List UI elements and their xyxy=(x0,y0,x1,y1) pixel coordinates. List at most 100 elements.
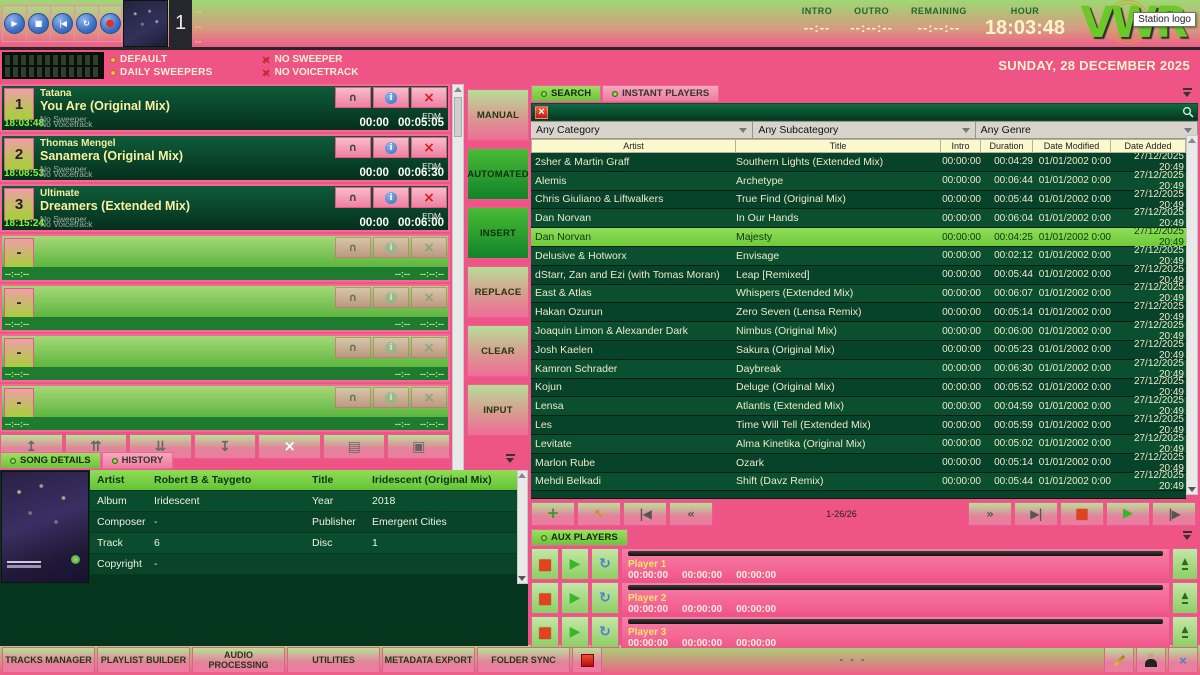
bottom-bar-button[interactable]: TRACKS MANAGER xyxy=(2,647,95,673)
cue-button[interactable] xyxy=(335,87,371,108)
search-result-row[interactable]: Marlon Rube Ozark 00:00:00 00:05:14 01/0… xyxy=(531,454,1186,473)
filter-dropdown[interactable]: Any Genre xyxy=(976,121,1198,139)
info-button[interactable] xyxy=(373,187,409,208)
search-result-row[interactable]: 2sher & Martin Graff Southern Lights (Ex… xyxy=(531,153,1186,172)
search-result-row[interactable]: Levitate Alma Kinetika (Original Mix) 00… xyxy=(531,435,1186,454)
info-button[interactable] xyxy=(373,337,409,358)
column-header-date-added[interactable]: Date Added xyxy=(1111,139,1186,153)
info-button[interactable] xyxy=(373,237,409,258)
search-result-row[interactable]: Joaquin Limon & Alexander Dark Nimbus (O… xyxy=(531,322,1186,341)
playlist-empty-slot[interactable]: - --:--:-- --:----:--:-- xyxy=(0,334,450,382)
mode-button[interactable]: MANUAL xyxy=(467,89,529,141)
cue-button[interactable] xyxy=(335,337,371,358)
search-icon[interactable] xyxy=(1182,106,1194,118)
forward-button[interactable] xyxy=(1152,502,1196,526)
search-result-row[interactable]: Josh Kaelen Sakura (Original Mix) 00:00:… xyxy=(531,341,1186,360)
cue-button[interactable] xyxy=(335,287,371,308)
playlist-track[interactable]: 2 18:08:53 Thomas Mengel Sanamera (Origi… xyxy=(0,134,450,182)
collapse-panel-icon[interactable] xyxy=(506,454,516,463)
aux-eject-button[interactable] xyxy=(1172,548,1198,580)
results-scrollbar[interactable] xyxy=(1186,135,1198,495)
cue-button[interactable] xyxy=(335,387,371,408)
cue-button[interactable] xyxy=(335,237,371,258)
rotation-item[interactable]: DEFAULT xyxy=(110,53,213,66)
column-header-intro[interactable]: Intro xyxy=(941,139,981,153)
column-header-title[interactable]: Title xyxy=(736,139,941,153)
aux-progress-bar[interactable] xyxy=(628,619,1163,624)
mode-button[interactable]: REPLACE xyxy=(467,266,529,318)
rotation-item[interactable]: DAILY SWEEPERS xyxy=(110,66,213,79)
add-to-playlist-button[interactable] xyxy=(531,502,575,526)
search-result-row[interactable]: Chris Giuliano & Liftwalkers True Find (… xyxy=(531,191,1186,210)
play-pause-button[interactable] xyxy=(1014,502,1058,526)
info-button[interactable] xyxy=(373,137,409,158)
bottom-bar-button[interactable]: PLAYLIST BUILDER xyxy=(97,647,190,673)
aux-play-button[interactable] xyxy=(561,582,589,614)
collapse-panel-icon[interactable] xyxy=(1183,88,1193,97)
aux-stop-button[interactable] xyxy=(531,616,559,648)
tab[interactable]: HISTORY xyxy=(102,452,174,469)
tab[interactable]: SONG DETAILS xyxy=(0,452,101,469)
remove-button[interactable] xyxy=(411,87,447,108)
filter-dropdown[interactable]: Any Category xyxy=(531,121,753,139)
search-result-row[interactable]: Les Time Will Tell (Extended Mix) 00:00:… xyxy=(531,416,1186,435)
info-button[interactable] xyxy=(373,387,409,408)
edit-button[interactable] xyxy=(1104,647,1134,673)
playlist-empty-slot[interactable]: - --:--:-- --:----:--:-- xyxy=(0,234,450,282)
next-page-button[interactable] xyxy=(968,502,1012,526)
collapse-panel-icon[interactable] xyxy=(1183,531,1193,540)
search-result-row[interactable]: Delusive & Hotworx Envisage 00:00:00 00:… xyxy=(531,247,1186,266)
playlist-empty-slot[interactable]: - --:--:-- --:----:--:-- xyxy=(0,284,450,332)
search-result-row[interactable]: dStarr, Zan and Ezi (with Tomas Moran) L… xyxy=(531,266,1186,285)
details-scrollbar[interactable] xyxy=(517,470,528,584)
search-result-row[interactable]: Alemis Archetype 00:00:00 00:06:44 01/01… xyxy=(531,172,1186,191)
search-result-row[interactable]: Kamron Schrader Daybreak 00:00:00 00:06:… xyxy=(531,360,1186,379)
stop-button[interactable] xyxy=(26,5,50,42)
aux-loop-button[interactable] xyxy=(591,548,619,580)
search-result-row[interactable]: Hakan Ozurun Zero Seven (Lensa Remix) 00… xyxy=(531,303,1186,322)
column-header-duration[interactable]: Duration xyxy=(981,139,1033,153)
playlist-empty-slot[interactable]: - --:--:-- --:----:--:-- xyxy=(0,384,450,432)
mode-button[interactable]: INPUT xyxy=(467,384,529,436)
search-bar[interactable]: × xyxy=(531,103,1198,121)
previous-button[interactable] xyxy=(50,5,74,42)
column-header-artist[interactable]: Artist xyxy=(531,139,736,153)
tab[interactable]: SEARCH xyxy=(531,85,601,102)
search-result-row[interactable]: Dan Norvan In Our Hands 00:00:00 00:06:0… xyxy=(531,209,1186,228)
aux-stop-button[interactable] xyxy=(531,582,559,614)
aux-loop-button[interactable] xyxy=(591,582,619,614)
search-result-row[interactable]: Kojun Deluge (Original Mix) 00:00:00 00:… xyxy=(531,379,1186,398)
select-button[interactable] xyxy=(577,502,621,526)
tab[interactable]: INSTANT PLAYERS xyxy=(602,85,719,102)
aux-stop-button[interactable] xyxy=(531,548,559,580)
mode-button[interactable]: INSERT xyxy=(467,207,529,259)
aux-progress-bar[interactable] xyxy=(628,551,1163,556)
preview-play-button[interactable] xyxy=(1106,502,1150,526)
scroll-up-icon[interactable] xyxy=(518,473,526,478)
scroll-down-icon[interactable] xyxy=(1188,487,1196,492)
search-result-row[interactable]: Mehdi Belkadi Shift (Davz Remix) 00:00:0… xyxy=(531,473,1186,492)
preview-stop-button[interactable] xyxy=(1060,502,1104,526)
filter-dropdown[interactable]: Any Subcategory xyxy=(753,121,975,139)
remove-button[interactable] xyxy=(411,237,447,258)
column-header-date-modified[interactable]: Date Modified xyxy=(1033,139,1111,153)
playlist-track[interactable]: 3 18:15:24 Ultimate Dreamers (Extended M… xyxy=(0,184,450,232)
bottom-bar-button[interactable]: METADATA EXPORT xyxy=(382,647,475,673)
loop-button[interactable] xyxy=(74,5,98,42)
play-button[interactable] xyxy=(2,5,26,42)
scroll-up-icon[interactable] xyxy=(454,87,462,92)
user-button[interactable] xyxy=(1136,647,1166,673)
aux-play-button[interactable] xyxy=(561,616,589,648)
previous-page-button[interactable] xyxy=(669,502,713,526)
tools-button[interactable] xyxy=(1168,647,1198,673)
record-button[interactable] xyxy=(98,5,122,42)
bottom-bar-button[interactable]: FOLDER SYNC xyxy=(477,647,570,673)
aux-eject-button[interactable] xyxy=(1172,582,1198,614)
scroll-down-icon[interactable] xyxy=(518,576,526,581)
bottom-bar-button[interactable]: UTILITIES xyxy=(287,647,380,673)
first-page-button[interactable] xyxy=(623,502,667,526)
cue-button[interactable] xyxy=(335,187,371,208)
info-button[interactable] xyxy=(373,87,409,108)
scroll-thumb[interactable] xyxy=(454,97,462,137)
rotation-list[interactable]: DEFAULTDAILY SWEEPERS xyxy=(110,53,213,79)
